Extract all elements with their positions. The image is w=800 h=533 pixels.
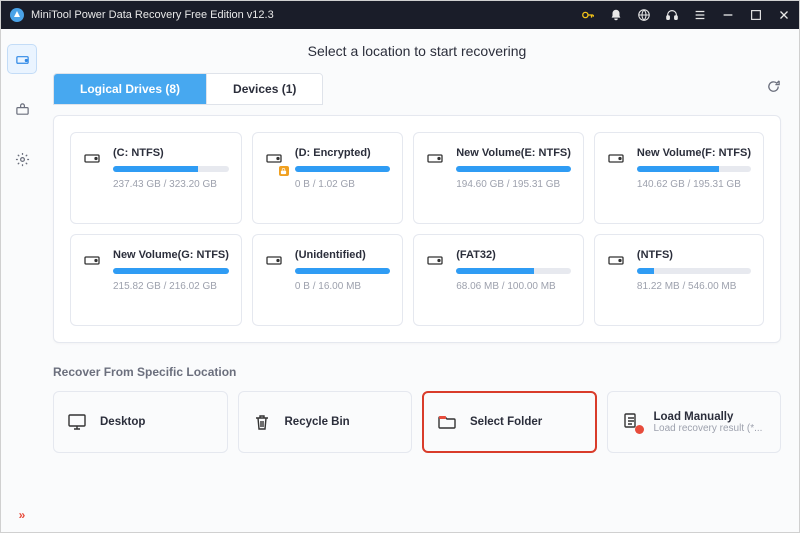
- location-grid: Desktop Recycle Bin Select Folder: [53, 391, 781, 453]
- drive-grid: (C: NTFS) 237.43 GB / 323.20 GB (D: Encryp…: [70, 132, 764, 326]
- drive-item[interactable]: (D: Encrypted) 0 B / 1.02 GB: [252, 132, 403, 224]
- drive-usage-bar: [456, 166, 571, 172]
- drive-size: 215.82 GB / 216.02 GB: [113, 281, 229, 292]
- drive-name: New Volume(E: NTFS): [456, 147, 571, 159]
- drive-usage-bar: [113, 268, 229, 274]
- bell-icon[interactable]: [609, 8, 623, 22]
- lock-icon: [279, 166, 289, 176]
- close-button[interactable]: [777, 8, 791, 22]
- body: » Select a location to start recovering …: [1, 29, 799, 532]
- app-icon: [9, 7, 25, 23]
- sidebar-item-recovery[interactable]: [8, 45, 36, 73]
- location-select-folder[interactable]: Select Folder: [422, 391, 597, 453]
- tab-devices[interactable]: Devices (1): [207, 74, 322, 104]
- key-icon[interactable]: [581, 8, 595, 22]
- location-sublabel: Load recovery result (*...: [654, 423, 769, 434]
- drive-icon: [265, 149, 285, 172]
- drive-size: 68.06 MB / 100.00 MB: [456, 281, 571, 292]
- drive-name: (Unidentified): [295, 249, 390, 261]
- tab-logical-drives[interactable]: Logical Drives (8): [54, 74, 207, 104]
- drive-icon: [607, 251, 627, 274]
- drive-usage-bar: [113, 166, 229, 172]
- titlebar: MiniTool Power Data Recovery Free Editio…: [1, 1, 799, 29]
- specific-location-header: Recover From Specific Location: [53, 365, 781, 379]
- drive-name: New Volume(G: NTFS): [113, 249, 229, 261]
- drive-usage-bar: [637, 166, 751, 172]
- tabs: Logical Drives (8) Devices (1): [53, 73, 323, 105]
- recycle-bin-icon: [251, 412, 273, 432]
- location-label: Load Manually: [654, 411, 769, 423]
- drive-size: 81.22 MB / 546.00 MB: [637, 281, 751, 292]
- drives-card: (C: NTFS) 237.43 GB / 323.20 GB (D: Encryp…: [53, 115, 781, 343]
- sidebar-item-toolbox[interactable]: [8, 95, 36, 123]
- drive-item[interactable]: (Unidentified) 0 B / 16.00 MB: [252, 234, 403, 326]
- location-label: Recycle Bin: [285, 416, 400, 428]
- page-title: Select a location to start recovering: [53, 43, 781, 59]
- drive-size: 0 B / 16.00 MB: [295, 281, 390, 292]
- location-recycle-bin[interactable]: Recycle Bin: [238, 391, 413, 453]
- load-manually-icon: [620, 412, 642, 432]
- drive-usage-bar: [295, 268, 390, 274]
- headphones-icon[interactable]: [665, 8, 679, 22]
- drive-item[interactable]: New Volume(E: NTFS) 194.60 GB / 195.31 GB: [413, 132, 584, 224]
- app-window: MiniTool Power Data Recovery Free Editio…: [0, 0, 800, 533]
- sidebar-item-settings[interactable]: [8, 145, 36, 173]
- tabs-row: Logical Drives (8) Devices (1): [53, 73, 781, 105]
- drive-item[interactable]: New Volume(G: NTFS) 215.82 GB / 216.02 GB: [70, 234, 242, 326]
- drive-size: 194.60 GB / 195.31 GB: [456, 179, 571, 190]
- drive-item[interactable]: (NTFS) 81.22 MB / 546.00 MB: [594, 234, 764, 326]
- folder-icon: [436, 412, 458, 432]
- drive-usage-bar: [456, 268, 571, 274]
- main-area: Select a location to start recovering Lo…: [43, 29, 799, 532]
- location-label: Desktop: [100, 416, 215, 428]
- location-label: Select Folder: [470, 416, 583, 428]
- drive-icon: [265, 251, 285, 274]
- drive-size: 237.43 GB / 323.20 GB: [113, 179, 229, 190]
- drive-name: (NTFS): [637, 249, 751, 261]
- drive-name: (C: NTFS): [113, 147, 229, 159]
- drive-name: (D: Encrypted): [295, 147, 390, 159]
- drive-icon: [83, 149, 103, 172]
- maximize-button[interactable]: [749, 8, 763, 22]
- app-title: MiniTool Power Data Recovery Free Editio…: [31, 9, 581, 21]
- drive-item[interactable]: (FAT32) 68.06 MB / 100.00 MB: [413, 234, 584, 326]
- desktop-icon: [66, 412, 88, 432]
- minimize-button[interactable]: [721, 8, 735, 22]
- drive-name: New Volume(F: NTFS): [637, 147, 751, 159]
- drive-icon: [83, 251, 103, 274]
- drive-item[interactable]: (C: NTFS) 237.43 GB / 323.20 GB: [70, 132, 242, 224]
- location-load-manually[interactable]: Load Manually Load recovery result (*...: [607, 391, 782, 453]
- drive-item[interactable]: New Volume(F: NTFS) 140.62 GB / 195.31 GB: [594, 132, 764, 224]
- sidebar: »: [1, 29, 43, 532]
- globe-icon[interactable]: [637, 8, 651, 22]
- drive-name: (FAT32): [456, 249, 571, 261]
- location-desktop[interactable]: Desktop: [53, 391, 228, 453]
- refresh-button[interactable]: [766, 79, 781, 99]
- sidebar-collapse-icon[interactable]: »: [19, 508, 26, 522]
- drive-size: 0 B / 1.02 GB: [295, 179, 390, 190]
- drive-icon: [426, 251, 446, 274]
- titlebar-actions: [581, 8, 791, 22]
- drive-icon: [426, 149, 446, 172]
- menu-icon[interactable]: [693, 8, 707, 22]
- drive-icon: [607, 149, 627, 172]
- drive-usage-bar: [637, 268, 751, 274]
- drive-usage-bar: [295, 166, 390, 172]
- drive-size: 140.62 GB / 195.31 GB: [637, 179, 751, 190]
